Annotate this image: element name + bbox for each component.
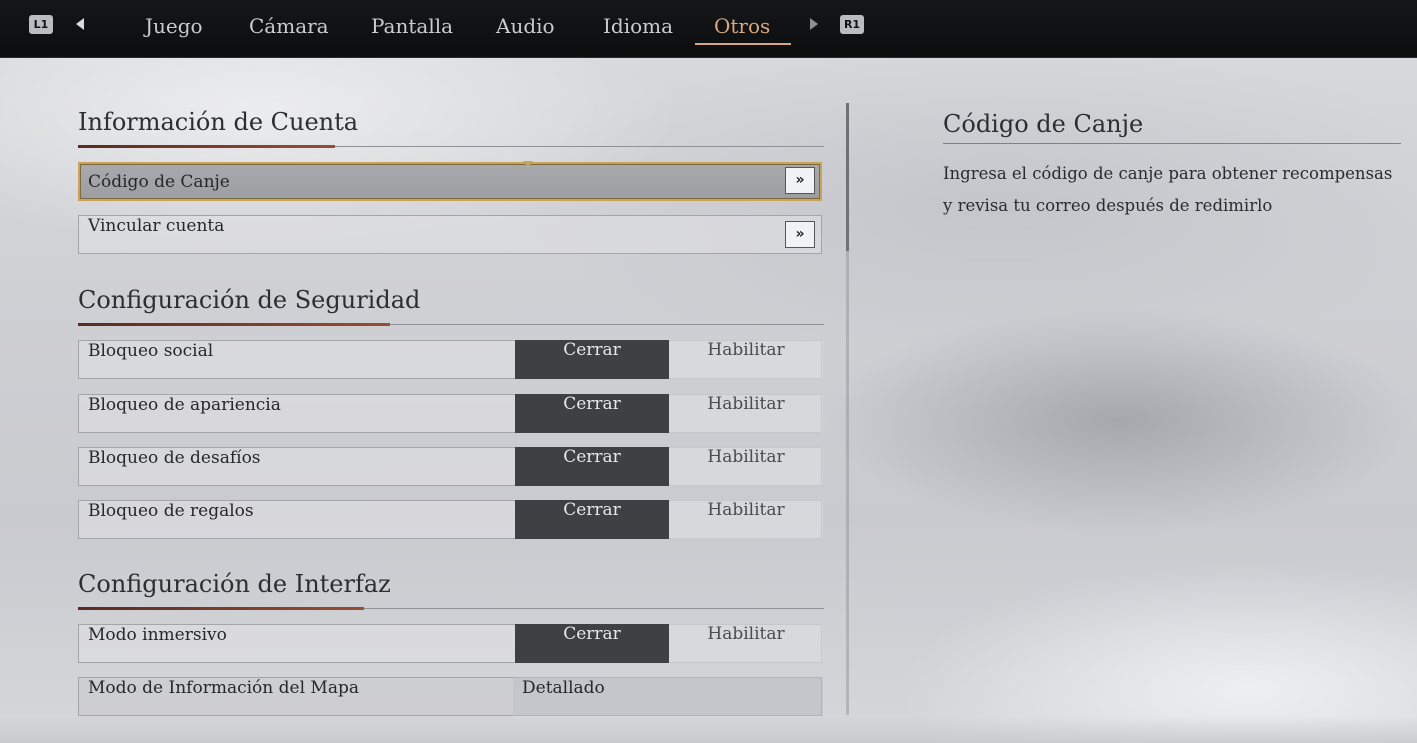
option-habilitar[interactable]: Habilitar xyxy=(669,447,823,486)
option-cerrar[interactable]: Cerrar xyxy=(515,340,669,379)
section-title-interface-text: Configuración de Interfaz xyxy=(78,570,391,598)
immersive-mode-toggle: Cerrar Habilitar xyxy=(515,624,823,663)
row-redeem-code[interactable]: Código de Canje » xyxy=(78,161,822,201)
detail-title: Código de Canje xyxy=(943,110,1401,144)
tab-prev-arrow-icon[interactable] xyxy=(76,18,84,30)
option-habilitar[interactable]: Habilitar xyxy=(669,340,823,379)
settings-scrollbar-thumb[interactable] xyxy=(846,103,849,251)
row-label: Código de Canje xyxy=(88,172,230,192)
section-accent-underline xyxy=(78,145,335,148)
section-accent-underline xyxy=(78,323,390,326)
selection-marker-icon xyxy=(523,161,533,167)
option-habilitar[interactable]: Habilitar xyxy=(669,624,823,663)
row-social-lock: Bloqueo social Cerrar Habilitar xyxy=(78,340,823,379)
section-title-account: Información de Cuenta xyxy=(78,108,824,148)
row-label: Bloqueo social xyxy=(88,341,214,361)
row-label: Modo inmersivo xyxy=(88,625,227,645)
row-gift-lock: Bloqueo de regalos Cerrar Habilitar xyxy=(78,500,823,539)
section-title-account-text: Información de Cuenta xyxy=(78,108,359,136)
detail-title-text: Código de Canje xyxy=(943,110,1144,138)
option-cerrar[interactable]: Cerrar xyxy=(515,624,669,663)
option-habilitar[interactable]: Habilitar xyxy=(669,500,823,539)
challenge-lock-toggle: Cerrar Habilitar xyxy=(515,447,823,486)
option-cerrar[interactable]: Cerrar xyxy=(515,500,669,539)
tab-pantalla[interactable]: Pantalla xyxy=(371,14,453,42)
detail-description: Ingresa el código de canje para obtener … xyxy=(943,164,1393,215)
social-lock-toggle: Cerrar Habilitar xyxy=(515,340,823,379)
row-label: Bloqueo de regalos xyxy=(88,501,254,521)
map-info-mode-value: Detallado xyxy=(522,678,605,698)
section-title-security: Configuración de Seguridad xyxy=(78,286,824,326)
row-challenge-lock: Bloqueo de desafíos Cerrar Habilitar xyxy=(78,447,823,486)
row-link-account[interactable]: Vincular cuenta » xyxy=(78,215,822,254)
option-cerrar[interactable]: Cerrar xyxy=(515,447,669,486)
tab-next-arrow-icon[interactable] xyxy=(810,18,818,30)
active-tab-indicator xyxy=(695,43,791,45)
tab-juego[interactable]: Juego xyxy=(145,14,203,42)
section-accent-underline xyxy=(78,607,364,610)
tab-camara[interactable]: Cámara xyxy=(249,14,329,42)
option-cerrar[interactable]: Cerrar xyxy=(515,394,669,433)
row-immersive-mode: Modo inmersivo Cerrar Habilitar xyxy=(78,624,823,663)
bottom-fade xyxy=(0,716,1417,743)
tab-audio[interactable]: Audio xyxy=(496,14,555,42)
tab-otros[interactable]: Otros xyxy=(714,14,770,42)
section-title-interface: Configuración de Interfaz xyxy=(78,570,824,610)
row-map-info-mode[interactable]: Modo de Información del Mapa Detallado xyxy=(78,677,823,716)
double-chevron-right-icon[interactable]: » xyxy=(785,221,815,248)
option-habilitar[interactable]: Habilitar xyxy=(669,394,823,433)
section-title-security-text: Configuración de Seguridad xyxy=(78,286,421,314)
row-label: Modo de Información del Mapa xyxy=(88,678,359,698)
double-chevron-right-icon[interactable]: » xyxy=(785,167,815,194)
appearance-lock-toggle: Cerrar Habilitar xyxy=(515,394,823,433)
gift-lock-toggle: Cerrar Habilitar xyxy=(515,500,823,539)
tab-idioma[interactable]: Idioma xyxy=(603,14,673,42)
row-label: Bloqueo de desafíos xyxy=(88,448,261,468)
row-label: Bloqueo de apariencia xyxy=(88,395,281,415)
row-label: Vincular cuenta xyxy=(88,216,225,236)
detail-divider xyxy=(943,143,1401,144)
top-nav-bar: L1 Juego Cámara Pantalla Audio Idioma Ot… xyxy=(0,0,1417,58)
r1-button-hint[interactable]: R1 xyxy=(840,15,864,34)
l1-button-hint[interactable]: L1 xyxy=(29,15,53,34)
row-appearance-lock: Bloqueo de apariencia Cerrar Habilitar xyxy=(78,394,823,433)
